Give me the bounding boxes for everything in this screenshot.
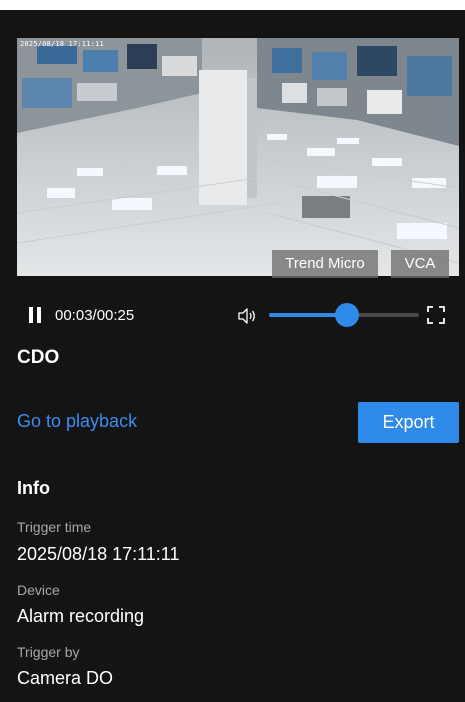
trigger-by-value: Camera DO bbox=[17, 668, 114, 688]
go-to-playback-link[interactable]: Go to playback bbox=[17, 411, 137, 432]
event-detail-panel: 2025/08/18 17:11:11 Trend Micro VCA 00:0… bbox=[0, 0, 465, 702]
player-controls: 00:03/00:25 bbox=[17, 300, 459, 332]
vca-tag: VCA bbox=[391, 250, 449, 278]
volume-slider[interactable] bbox=[269, 303, 419, 327]
trigger-time-label: Trigger time bbox=[17, 519, 92, 535]
volume-icon[interactable] bbox=[237, 306, 257, 326]
video-player[interactable]: 2025/08/18 17:11:11 bbox=[17, 38, 459, 276]
video-timestamp: 2025/08/18 17:11:11 bbox=[20, 40, 104, 48]
fullscreen-icon[interactable] bbox=[427, 306, 445, 324]
playback-time: 00:03/00:25 bbox=[55, 307, 135, 324]
trend-micro-tag: Trend Micro bbox=[272, 250, 378, 278]
trigger-time-value: 2025/08/18 17:11:11 bbox=[17, 544, 180, 564]
camera-frame bbox=[17, 38, 459, 276]
info-heading: Info bbox=[17, 478, 50, 498]
export-button[interactable]: Export bbox=[358, 402, 459, 443]
device-value: Alarm recording bbox=[17, 606, 145, 626]
volume-slider-thumb[interactable] bbox=[335, 303, 359, 327]
device-label: Device bbox=[17, 582, 60, 598]
event-title: CDO bbox=[17, 347, 60, 368]
pause-icon[interactable] bbox=[29, 307, 43, 323]
trigger-by-label: Trigger by bbox=[17, 644, 80, 660]
top-bar bbox=[0, 0, 465, 10]
